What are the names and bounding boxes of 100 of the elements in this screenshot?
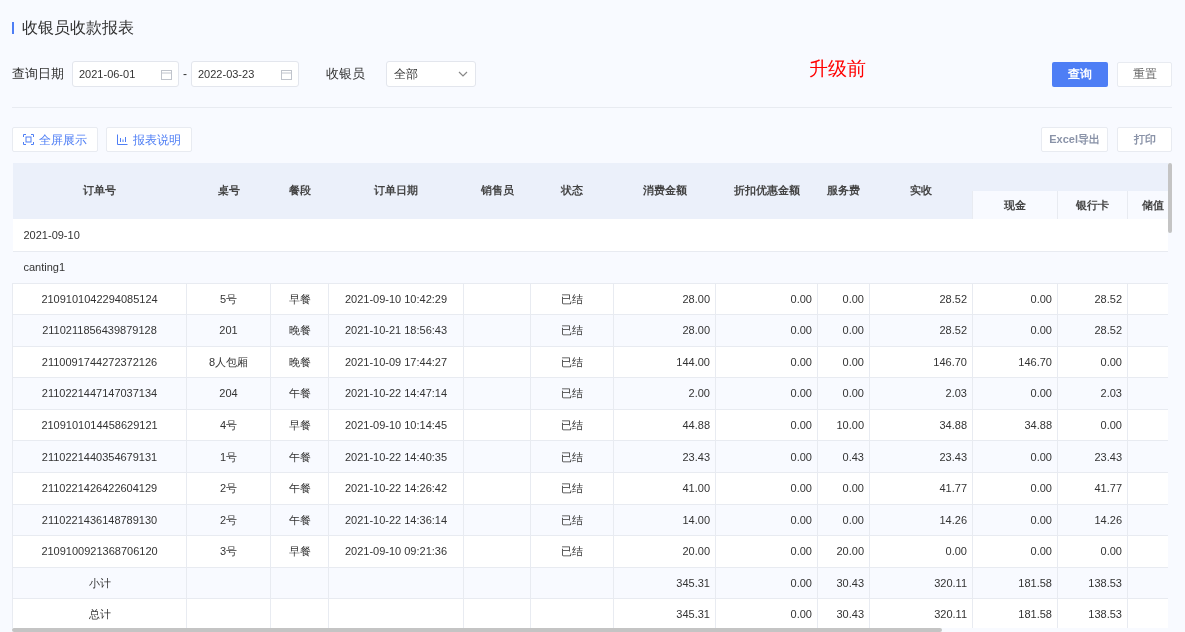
table-cell: 0.00: [715, 409, 818, 441]
table-cell: 2021-10-22 14:36:14: [328, 504, 464, 536]
table-cell: 28.00: [613, 283, 716, 315]
table-cell: 早餐: [270, 535, 329, 568]
table-cell: 41.77: [1057, 472, 1128, 505]
print-button[interactable]: 打印: [1117, 127, 1172, 152]
title-accent: [12, 22, 14, 34]
table-cell: 0.00: [1057, 346, 1128, 378]
cashier-select[interactable]: 全部: [386, 61, 476, 87]
table-cell: 146.70: [972, 346, 1058, 378]
total-label: 小计: [12, 567, 187, 599]
table-cell: 已结: [530, 283, 614, 315]
table-cell: 2110221436148789130: [12, 504, 187, 536]
table-cell: 28.52: [869, 283, 973, 315]
table-cell: 2109101042294085124: [12, 283, 187, 315]
table-cell: 181.58: [972, 567, 1058, 599]
fullscreen-button[interactable]: 全屏展示: [12, 127, 98, 152]
table-cell: 0.00: [817, 472, 870, 505]
table-cell: 0.00: [972, 314, 1058, 347]
table-cell: 345.31: [613, 567, 716, 599]
table-cell: 0.00: [817, 314, 870, 347]
table-cell: 2110091744272372126: [12, 346, 187, 378]
table-cell: 2021-10-22 14:47:14: [328, 377, 464, 410]
table-cell: 2110221447147037134: [12, 377, 187, 410]
table-cell: 28.52: [1057, 283, 1128, 315]
table-cell: 早餐: [270, 283, 329, 315]
group-label: canting1: [23, 260, 66, 273]
vertical-scrollbar[interactable]: [1168, 163, 1172, 233]
report-info-button[interactable]: 报表说明: [106, 127, 192, 152]
column-header: 现金: [1004, 198, 1026, 211]
table-cell: 2.03: [1057, 377, 1128, 410]
table-cell: 已结: [530, 377, 614, 410]
column-header: 实收: [869, 163, 973, 219]
table-cell: 23.43: [1057, 440, 1128, 473]
calendar-icon: [281, 68, 292, 80]
table-cell: 3号: [186, 535, 271, 568]
table-cell: 2021-09-10 10:14:45: [328, 409, 464, 441]
query-button[interactable]: 查询: [1052, 61, 1108, 87]
annotation-text: 升级前: [809, 57, 866, 81]
calendar-icon: [161, 68, 172, 80]
table-cell: 138.53: [1057, 567, 1128, 599]
date-field[interactable]: 2021-06-01: [72, 61, 179, 87]
column-header: 状态: [530, 163, 614, 219]
group-label: 2021-09-10: [23, 228, 80, 241]
horizontal-scrollbar[interactable]: [12, 628, 942, 632]
table-cell: 10.00: [817, 409, 870, 441]
table-cell: 0.00: [715, 567, 818, 599]
table-cell: 23.43: [613, 440, 716, 473]
table-cell: 0.00: [869, 535, 973, 568]
table-cell: 34.88: [869, 409, 973, 441]
table-cell: 2021-10-09 17:44:27: [328, 346, 464, 378]
table-cell: 午餐: [270, 440, 329, 473]
table-cell: 0.00: [715, 314, 818, 347]
table-cell: 20.00: [817, 535, 870, 568]
table-cell: 已结: [530, 314, 614, 347]
table-cell: 2021-10-21 18:56:43: [328, 314, 464, 347]
table-cell: 午餐: [270, 504, 329, 536]
table-cell: 44.88: [613, 409, 716, 441]
table-cell: 30.43: [817, 567, 870, 599]
table-cell: 2号: [186, 504, 271, 536]
table-cell: 2.03: [869, 377, 973, 410]
bar-chart-icon: [117, 134, 128, 145]
table-cell: 201: [186, 314, 271, 347]
column-header: 订单日期: [328, 163, 464, 219]
table-cell: 2021-09-10 10:42:29: [328, 283, 464, 315]
table-cell: 41.00: [613, 472, 716, 505]
table-cell: 320.11: [869, 567, 973, 599]
table-cell: 20.00: [613, 535, 716, 568]
table-cell: 已结: [530, 409, 614, 441]
table-cell: 0.00: [817, 504, 870, 536]
table-cell: 2110221426422604129: [12, 472, 187, 505]
table-cell: 0.00: [972, 504, 1058, 536]
table-cell: 0.00: [972, 283, 1058, 315]
column-header: 服务费: [817, 163, 870, 219]
table-cell: 2021-10-22 14:40:35: [328, 440, 464, 473]
excel-export-button[interactable]: Excel导出: [1041, 127, 1108, 152]
date-field[interactable]: 2022-03-23: [191, 61, 299, 87]
table-cell: 0.00: [817, 283, 870, 315]
column-header: 销售员: [463, 163, 531, 219]
table-cell: 2号: [186, 472, 271, 505]
table-cell: 2109100921368706120: [12, 535, 187, 568]
table-cell: 0.00: [715, 377, 818, 410]
field-label: 收银员: [326, 65, 365, 84]
range-separator: -: [183, 66, 187, 83]
table-cell: 5号: [186, 283, 271, 315]
column-header: 折扣优惠金额: [715, 163, 818, 219]
table-cell: 4号: [186, 409, 271, 441]
reset-button[interactable]: 重置: [1117, 61, 1172, 87]
table-cell: 0.43: [817, 440, 870, 473]
table-cell: 0.00: [1057, 535, 1128, 568]
table-cell: 28.52: [1057, 314, 1128, 347]
table-cell: 14.26: [1057, 504, 1128, 536]
column-header: 储值: [1142, 198, 1164, 211]
field-label: 查询日期: [12, 65, 64, 84]
column-header: 餐段: [270, 163, 329, 219]
table-cell: 晚餐: [270, 314, 329, 347]
table-cell: 1号: [186, 440, 271, 473]
table-cell: 0.00: [817, 377, 870, 410]
table-cell: 14.00: [613, 504, 716, 536]
table-cell: 2021-10-22 14:26:42: [328, 472, 464, 505]
